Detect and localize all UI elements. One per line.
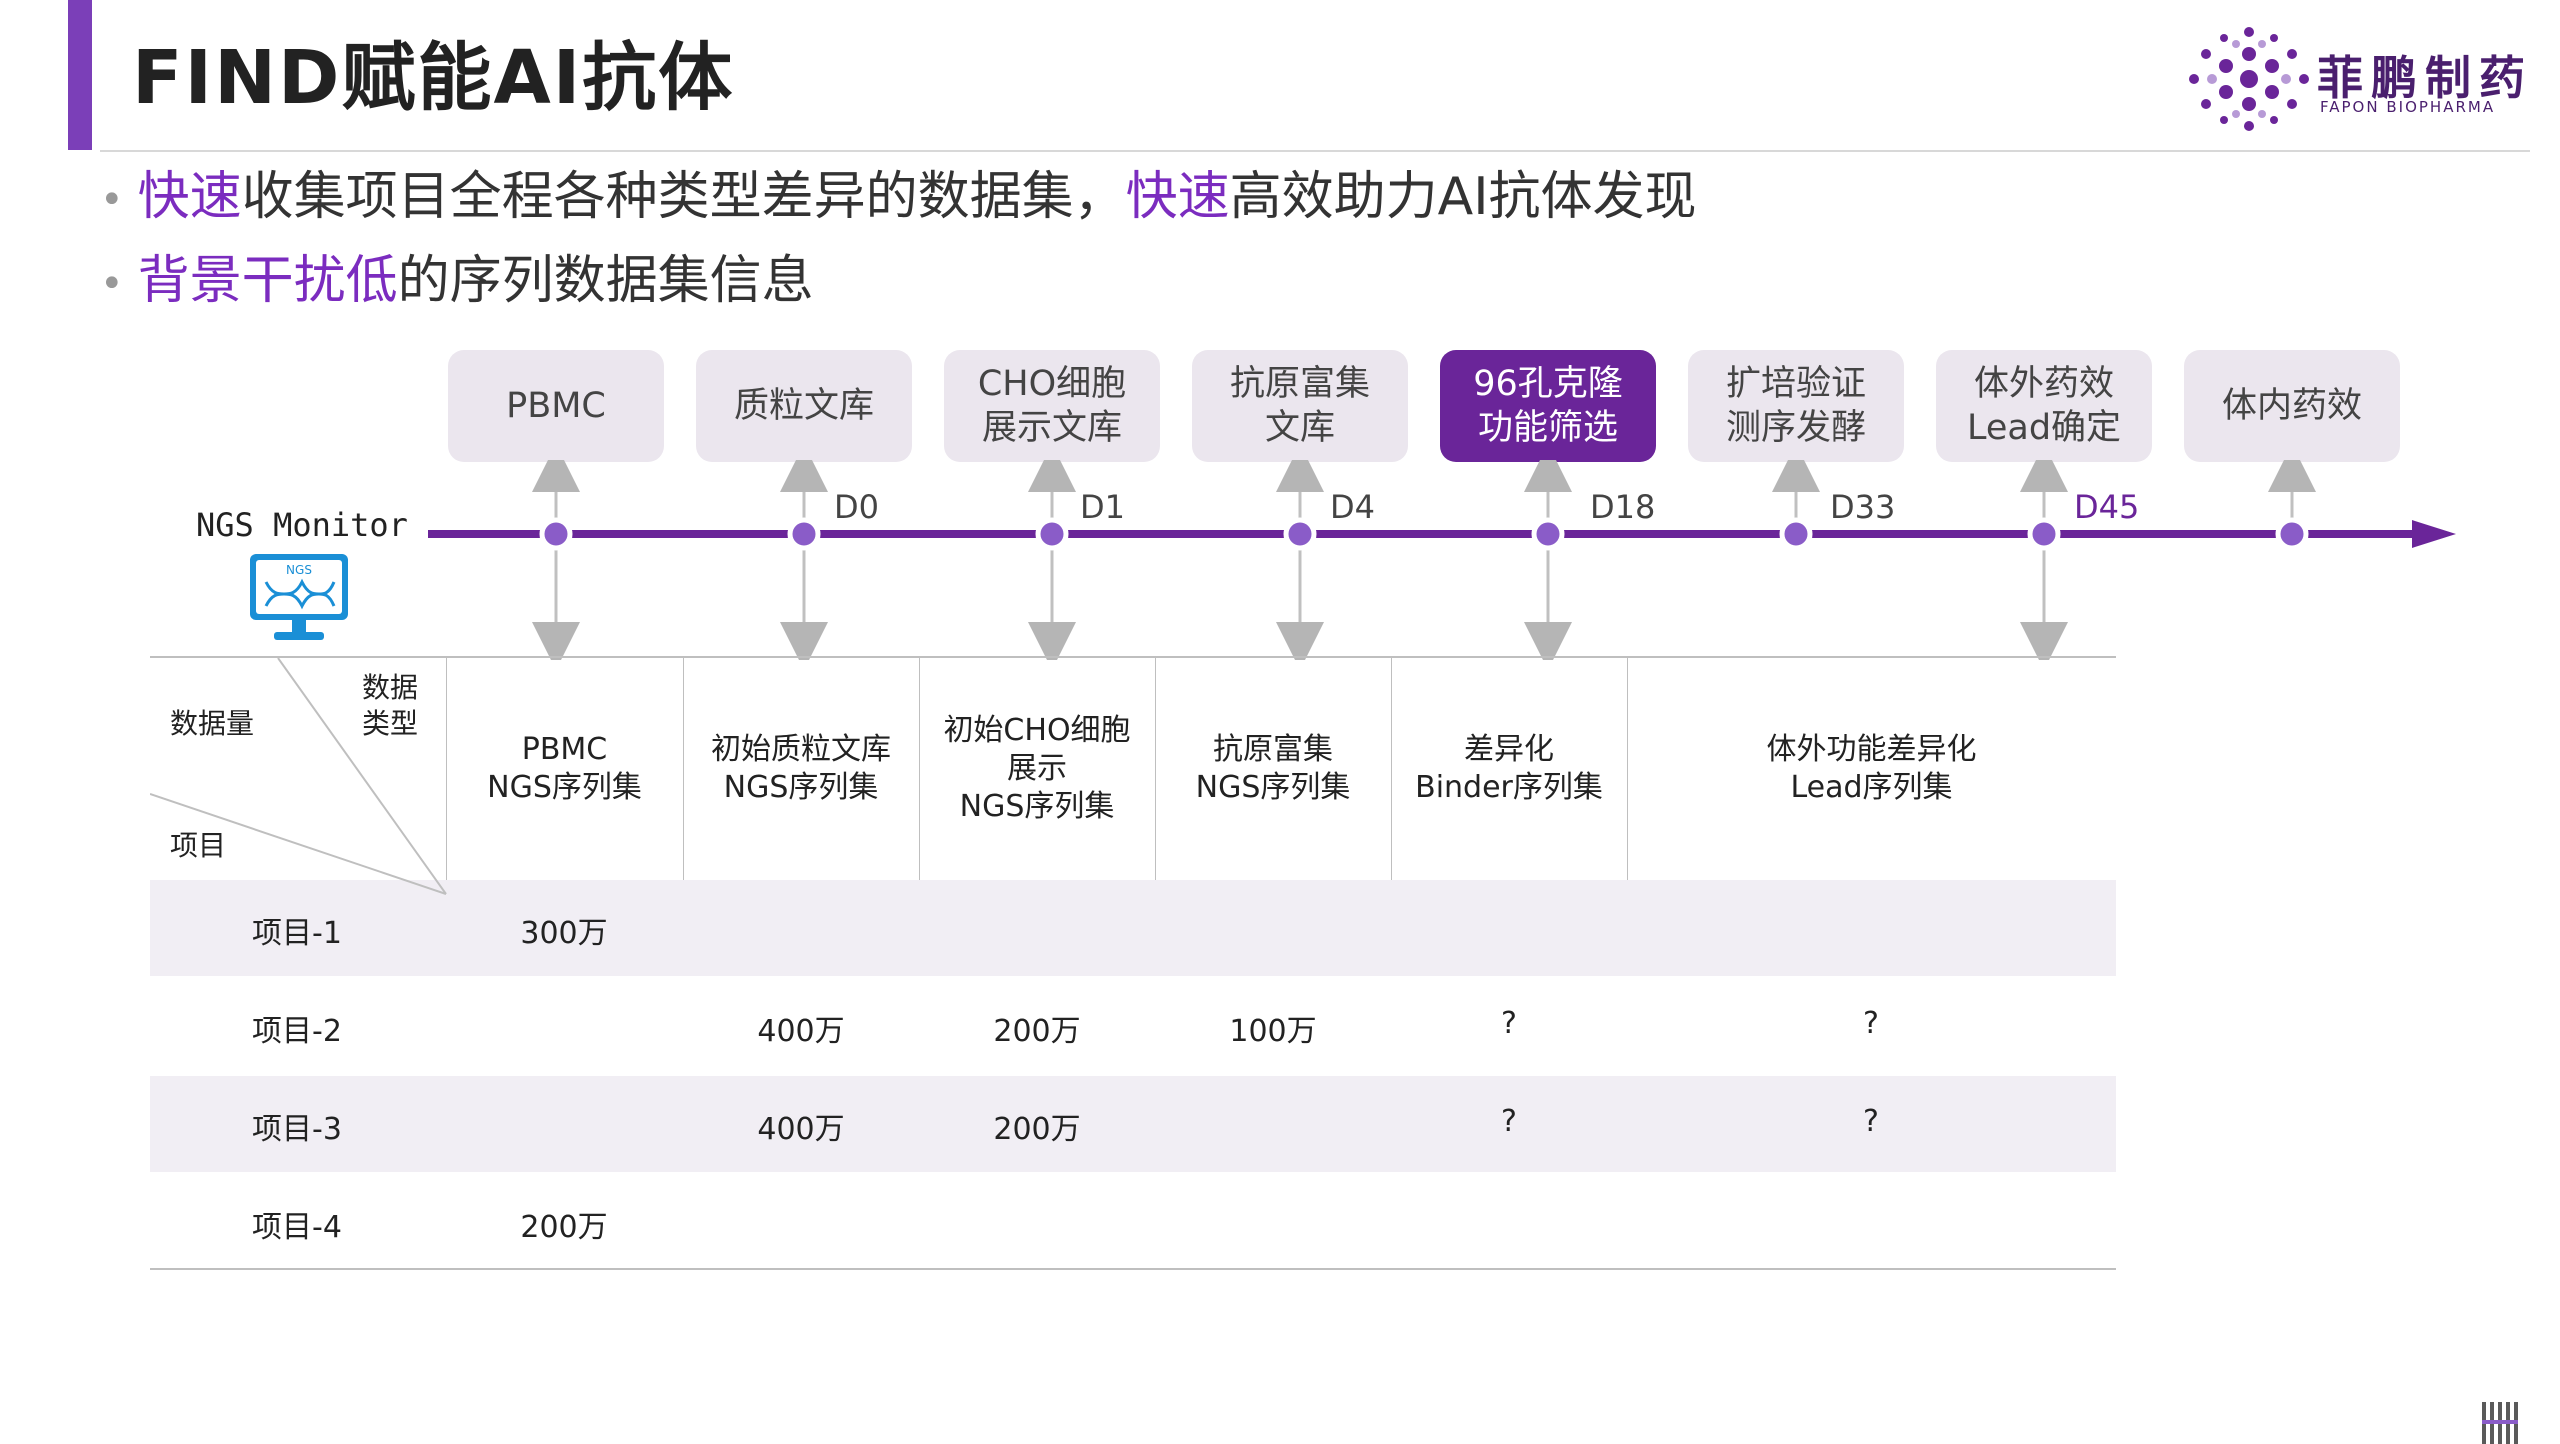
day-label-d0: D0	[834, 488, 879, 526]
bullet-2: • 背景干扰低的序列数据集信息	[100, 251, 814, 311]
day-label-d1: D1	[1080, 488, 1125, 526]
day-label-d4: D4	[1330, 488, 1375, 526]
day-label-d45: D45	[2074, 488, 2140, 526]
corner-amount-label: 数据量	[170, 707, 255, 740]
table-cell: 100万	[1229, 1014, 1317, 1049]
table-cell: 200万	[520, 1210, 608, 1245]
table-cell: ?	[1863, 1104, 1879, 1139]
logo-english-name: FAPON BIOPHARMA	[2320, 98, 2496, 116]
table-cell: ?	[1501, 1104, 1517, 1139]
stage-connectors	[532, 460, 2316, 660]
corner-project-label: 项目	[170, 829, 227, 862]
table-cell: 400万	[757, 1014, 845, 1049]
stage-in-vivo-efficacy: 体内药效	[2184, 350, 2400, 462]
table-cell: ?	[1863, 1006, 1879, 1041]
stage-in-vitro-lead: 体外药效 Lead确定	[1936, 350, 2152, 462]
day-label-d18: D18	[1590, 488, 1656, 526]
column-header-lead: 体外功能差异化 Lead序列集	[1766, 732, 1977, 805]
stage-pbmc: PBMC	[448, 350, 664, 462]
bullet-1-segment-2: 收集项目全程各种类型差异的数据集，	[241, 167, 1126, 227]
table-cell: 200万	[993, 1112, 1081, 1147]
table-cell: 400万	[757, 1112, 845, 1147]
ngs-monitor-label: NGS Monitor	[196, 506, 408, 544]
stage-antigen-enrichment: 抗原富集 文库	[1192, 350, 1408, 462]
header-divider	[100, 150, 2530, 152]
bullet-1-segment-4: 高效助力AI抗体发现	[1229, 167, 1697, 227]
stage-plasmid-library: 质粒文库	[696, 350, 912, 462]
row-label-project-1: 项目-1	[252, 916, 342, 951]
bullet-1-segment-1: 快速	[137, 167, 242, 227]
row-label-project-4: 项目-4	[252, 1210, 342, 1245]
corner-type-label: 数据 类型	[362, 671, 419, 740]
timeline	[428, 460, 2456, 660]
bullet-2-segment-1: 背景干扰低	[137, 251, 398, 311]
bullet-1-segment-3: 快速	[1125, 167, 1230, 227]
monitor-screen-text: NGS	[286, 563, 312, 577]
table-bottom-rule	[150, 1268, 2116, 1270]
logo-mark-icon	[2189, 27, 2309, 131]
bullet-1: • 快速收集项目全程各种类型差异的数据集，快速高效助力AI抗体发现	[100, 167, 1697, 227]
table-cell: 200万	[993, 1014, 1081, 1049]
row-label-project-3: 项目-3	[252, 1112, 342, 1147]
page-corner-mark-icon	[2482, 1402, 2518, 1444]
table-cell: 300万	[520, 916, 608, 951]
column-header-antigen-enrichment: 抗原富集 NGS序列集	[1195, 732, 1351, 805]
column-header-binder: 差异化 Binder序列集	[1415, 732, 1603, 805]
stage-expansion-sequencing: 扩培验证 测序发酵	[1688, 350, 1904, 462]
column-header-cho-display: 初始CHO细胞 展示 NGS序列集	[943, 713, 1131, 824]
column-header-pbmc: PBMC NGS序列集	[487, 732, 642, 805]
row-label-project-2: 项目-2	[252, 1014, 342, 1049]
ngs-monitor-icon: NGS	[250, 554, 348, 640]
stage-96well-screening: 96孔克隆 功能筛选	[1440, 350, 1656, 462]
day-label-d33: D33	[1830, 488, 1896, 526]
column-header-plasmid-library: 初始质粒文库 NGS序列集	[711, 732, 891, 805]
timeline-arrowhead-icon	[2412, 520, 2456, 548]
bullet-2-segment-2: 的序列数据集信息	[397, 251, 814, 311]
stage-cho-display-library: CHO细胞 展示文库	[944, 350, 1160, 462]
title-accent-bar	[68, 0, 92, 150]
company-logo: 菲鹏制药 FAPON BIOPHARMA	[2184, 24, 2534, 134]
table-cell: ?	[1501, 1006, 1517, 1041]
page-title: FIND赋能AI抗体	[132, 35, 735, 121]
